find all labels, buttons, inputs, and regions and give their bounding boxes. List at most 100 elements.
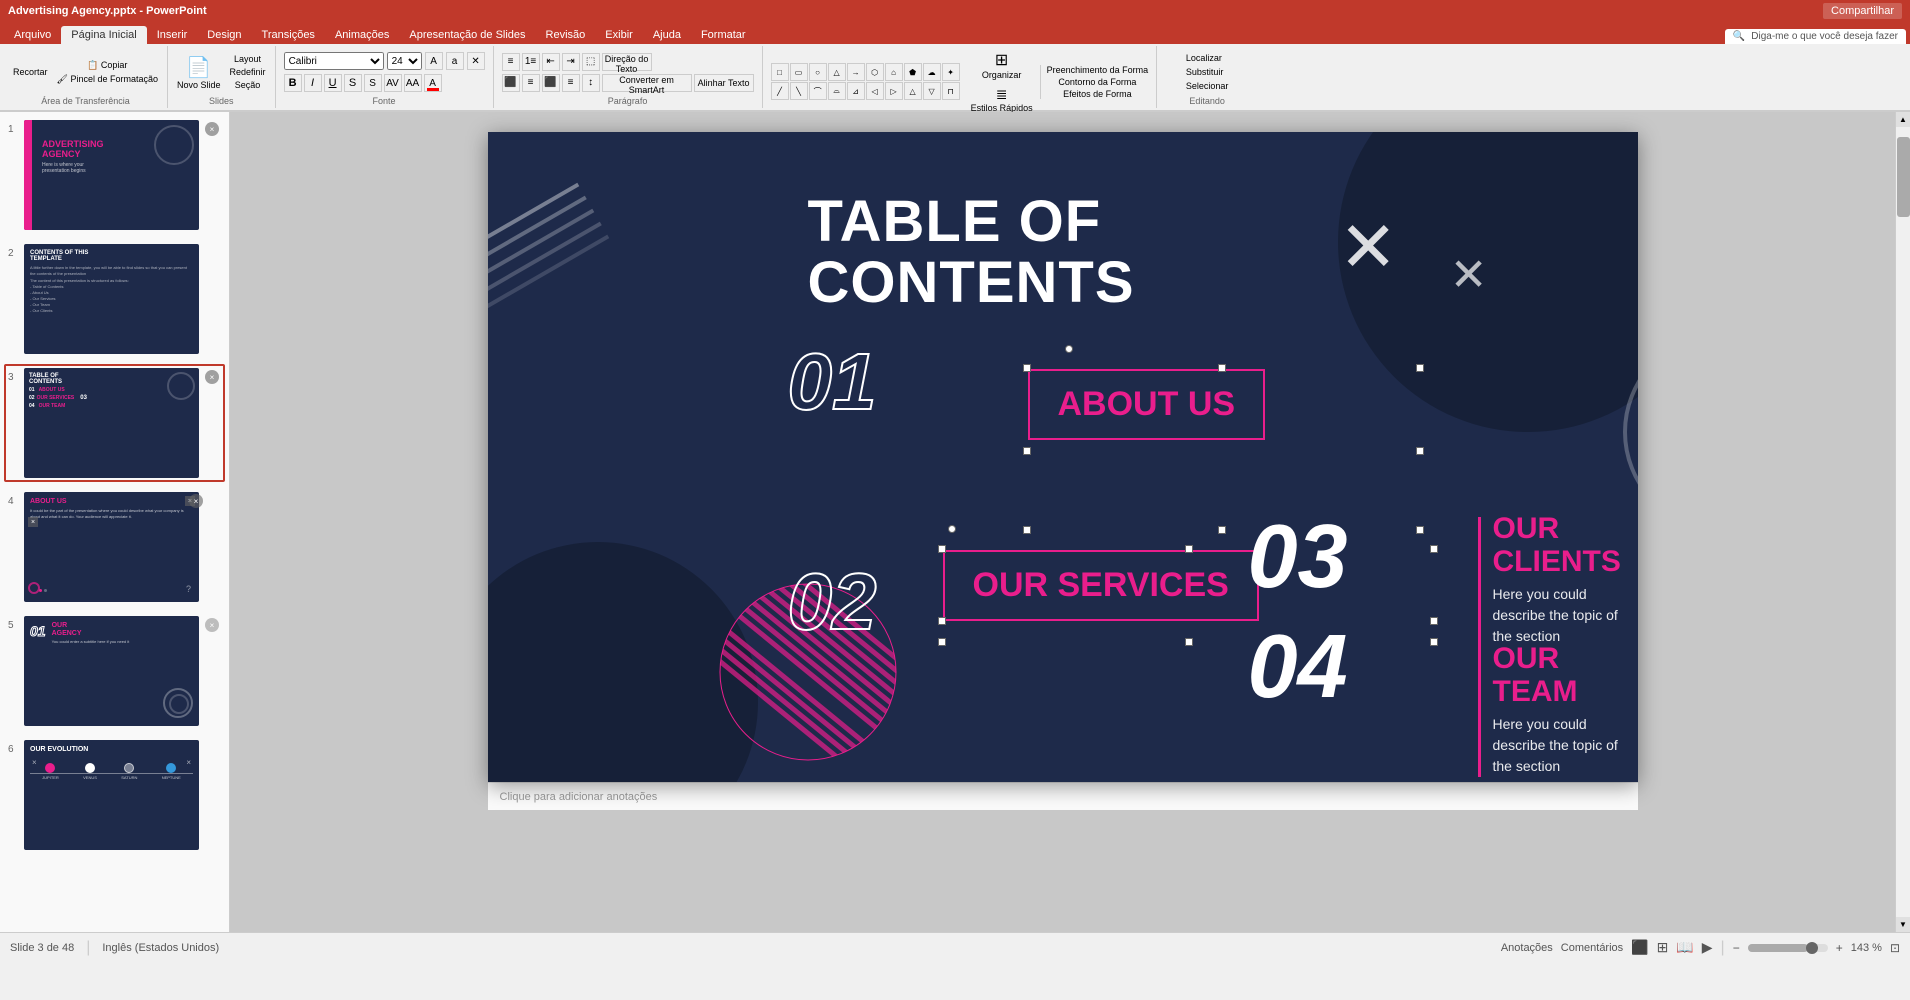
shape-round[interactable]: ○	[809, 63, 827, 81]
convert-smartart-button[interactable]: Converter em SmartArt	[602, 74, 692, 92]
shape-rect2[interactable]: ▭	[790, 63, 808, 81]
slide-sorter-button[interactable]: ⊞	[1657, 939, 1669, 956]
tab-revisao[interactable]: Revisão	[536, 26, 596, 44]
redefinir-button[interactable]: Redefinir	[227, 66, 269, 78]
tab-formatar[interactable]: Formatar	[691, 26, 756, 44]
tab-design[interactable]: Design	[197, 26, 251, 44]
localizar-button[interactable]: Localizar	[1184, 52, 1231, 64]
scroll-down-button[interactable]: ▼	[1896, 917, 1910, 932]
zoom-handle[interactable]	[1806, 942, 1818, 954]
handle-tc-02[interactable]	[1185, 545, 1193, 553]
decrease-font-button[interactable]: a	[446, 52, 464, 70]
align-left-button[interactable]: ⬛	[502, 74, 520, 92]
shape-arrow[interactable]: →	[847, 63, 865, 81]
char-spacing-button[interactable]: AV	[384, 74, 402, 92]
novo-slide-button[interactable]: 📄 Novo Slide	[174, 53, 224, 92]
line-spacing-button[interactable]: ↕	[582, 74, 600, 92]
organizar-button[interactable]: ⊞ Organizar	[967, 48, 1037, 82]
bullet-list-button[interactable]: ≡	[502, 53, 520, 71]
handle-rotate-01[interactable]	[1065, 345, 1073, 353]
shape-5[interactable]: ⬡	[866, 63, 884, 81]
pincel-button[interactable]: 🖌 Pincel de Formatação	[54, 73, 161, 86]
bold-button[interactable]: B	[284, 74, 302, 92]
shape-line1[interactable]: ╱	[771, 82, 789, 100]
slide-thumb-2[interactable]: 2 CONTENTS OF THISTEMPLATE A little furt…	[4, 240, 225, 358]
normal-view-button[interactable]: ⬛	[1631, 939, 1648, 956]
slide-close-1[interactable]: ×	[205, 122, 219, 136]
text-dir-button[interactable]: Direção do Texto	[602, 53, 652, 71]
handle-tc-01[interactable]	[1218, 364, 1226, 372]
notes-area[interactable]: Clique para adicionar anotações	[488, 782, 1638, 810]
slide-thumb-6[interactable]: 6 OUR EVOLUTION JUPITER	[4, 736, 225, 854]
font-size-select[interactable]: 24	[387, 52, 422, 70]
shape-9[interactable]: ✦	[942, 63, 960, 81]
tab-pagina-inicial[interactable]: Página Inicial	[61, 26, 146, 44]
increase-font-button[interactable]: A	[425, 52, 443, 70]
num-list-button[interactable]: 1≡	[522, 53, 540, 71]
slide-canvas[interactable]: ✕ ✕	[488, 132, 1638, 782]
shape-line2[interactable]: ╲	[790, 82, 808, 100]
scroll-up-button[interactable]: ▲	[1896, 112, 1910, 127]
slide-thumb-5[interactable]: 5 01 OURAGENCY You could enter a subtitl…	[4, 612, 225, 730]
slide-thumb-3[interactable]: 3 TABLE OFCONTENTS 01 ABOUT US 02 OUR SE…	[4, 364, 225, 482]
selecionar-button[interactable]: Selecionar	[1184, 80, 1231, 92]
shape-15[interactable]: ⊓	[942, 82, 960, 100]
tab-exibir[interactable]: Exibir	[595, 26, 643, 44]
italic-button[interactable]: I	[304, 74, 322, 92]
toc-label-box-01[interactable]: ABOUT US	[1028, 369, 1266, 440]
shape-7[interactable]: ⬟	[904, 63, 922, 81]
slide-close-4[interactable]: ×	[189, 494, 203, 508]
zoom-slider[interactable]	[1748, 944, 1828, 952]
handle-tr-02[interactable]	[1430, 545, 1438, 553]
slideshow-button[interactable]: ▶	[1702, 939, 1713, 956]
handle-bl-02[interactable]	[938, 638, 946, 646]
layout-button[interactable]: Layout	[227, 53, 269, 65]
shape-11[interactable]: ◁	[866, 82, 884, 100]
shadow-button[interactable]: S	[364, 74, 382, 92]
col-button[interactable]: ⬚	[582, 53, 600, 71]
search-box[interactable]: 🔍 Diga-me o que você deseja fazer	[1725, 29, 1906, 44]
handle-mr-01[interactable]	[1416, 447, 1424, 455]
comments-button[interactable]: Comentários	[1561, 942, 1623, 954]
shape-rect1[interactable]: □	[771, 63, 789, 81]
decrease-indent-button[interactable]: ⇤	[542, 53, 560, 71]
zoom-out-button[interactable]: −	[1733, 941, 1740, 955]
shape-12[interactable]: ▷	[885, 82, 903, 100]
align-right-button[interactable]: ⬛	[542, 74, 560, 92]
slide-thumb-1[interactable]: 1 ADVERTISINGAGENCY Here is where yourpr…	[4, 116, 225, 234]
tab-inserir[interactable]: Inserir	[147, 26, 198, 44]
scroll-thumb[interactable]	[1897, 137, 1910, 217]
increase-indent-button[interactable]: ⇥	[562, 53, 580, 71]
strikethrough-button[interactable]: S	[344, 74, 362, 92]
tab-arquivo[interactable]: Arquivo	[4, 26, 61, 44]
slide-close-3[interactable]: ×	[205, 370, 219, 384]
shape-10[interactable]: ⊿	[847, 82, 865, 100]
toc-label-box-02[interactable]: OUR SERVICES	[943, 550, 1259, 621]
tab-animacoes[interactable]: Animações	[325, 26, 399, 44]
handle-bl-01[interactable]	[1023, 526, 1031, 534]
shape-line4[interactable]: ⌓	[828, 82, 846, 100]
handle-br-02[interactable]	[1430, 638, 1438, 646]
align-center-button[interactable]: ≡	[522, 74, 540, 92]
handle-bc-01[interactable]	[1218, 526, 1226, 534]
shape-8[interactable]: ☁	[923, 63, 941, 81]
handle-ml-02[interactable]	[938, 617, 946, 625]
contorno-button[interactable]: Contorno da Forma	[1047, 77, 1149, 87]
handle-rotate-02[interactable]	[948, 525, 956, 533]
font-color-button[interactable]: A	[424, 74, 442, 92]
estilos-rapidos-button[interactable]: ≣ Estilos Rápidos	[967, 84, 1037, 115]
handle-tl-01[interactable]	[1023, 364, 1031, 372]
vertical-scrollbar[interactable]: ▲ ▼	[1895, 112, 1910, 932]
secao-button[interactable]: Seção	[227, 79, 269, 91]
substituir-button[interactable]: Substituir	[1184, 66, 1231, 78]
align-text-button[interactable]: Alinhar Texto	[694, 74, 754, 92]
tab-apresentacao[interactable]: Apresentação de Slides	[399, 26, 535, 44]
zoom-in-button[interactable]: +	[1836, 941, 1843, 955]
clear-format-button[interactable]: ✕	[467, 52, 485, 70]
justify-button[interactable]: ≡	[562, 74, 580, 92]
handle-tr-01[interactable]	[1416, 364, 1424, 372]
recortar-button[interactable]: Recortar	[10, 65, 51, 79]
font-family-select[interactable]: Calibri	[284, 52, 384, 70]
slide-thumb-4[interactable]: 4 ABOUT US It could be the part of the p…	[4, 488, 225, 606]
fit-window-button[interactable]: ⊡	[1890, 941, 1900, 955]
